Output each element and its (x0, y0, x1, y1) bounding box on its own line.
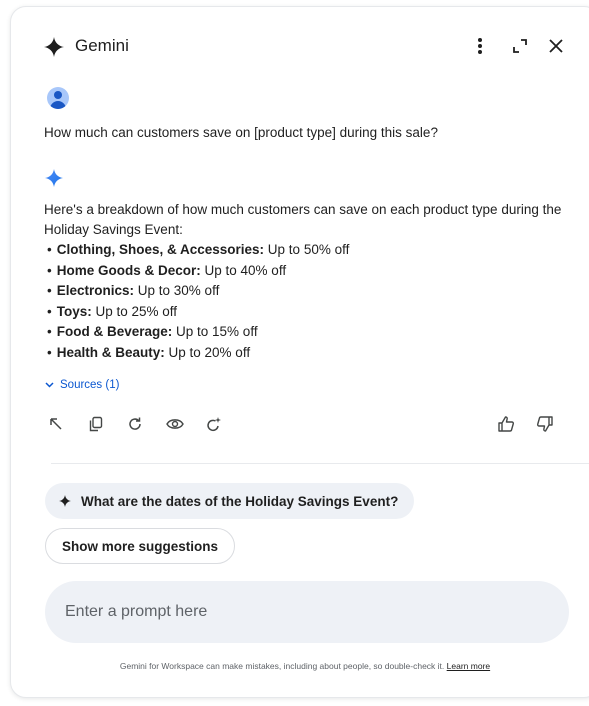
item-label: Food & Beverage: (56, 324, 173, 339)
close-button[interactable] (543, 33, 569, 59)
item-value: Up to 50% off (264, 242, 350, 257)
item-value: Up to 20% off (164, 344, 251, 360)
spark-icon (59, 495, 71, 507)
panel-header: Gemini (11, 7, 589, 87)
thumbs-down-icon (536, 415, 554, 433)
learn-more-link[interactable]: Learn more (447, 661, 490, 671)
bullet: • (47, 283, 52, 298)
list-item: • Home Goods & Decor: Up to 40% off (47, 261, 349, 282)
retry-button[interactable] (124, 413, 146, 435)
more-options-button[interactable] (467, 33, 493, 59)
chevron-down-icon (45, 382, 54, 388)
bullet: • (47, 303, 52, 319)
expand-icon (512, 38, 528, 54)
list-item: • Health & Beauty: Up to 20% off (47, 343, 349, 364)
item-label: Clothing, Shoes, & Accessories: (56, 242, 265, 257)
item-value: Up to 30% off (134, 283, 220, 298)
expand-button[interactable] (507, 33, 533, 59)
list-item: • Clothing, Shoes, & Accessories: Up to 5… (47, 240, 349, 261)
bullet: • (47, 324, 52, 339)
disclaimer: Gemini for Workspace can make mistakes, … (11, 661, 589, 671)
item-label: Health & Beauty: (56, 344, 165, 360)
insert-icon (49, 417, 63, 431)
gemini-side-panel: Gemini How much can customers save on [p… (10, 6, 589, 698)
close-icon (548, 38, 564, 54)
suggestion-chip[interactable]: What are the dates of the Holiday Saving… (45, 483, 415, 519)
suggestion-label: What are the dates of the Holiday Saving… (81, 493, 399, 509)
divider (51, 463, 589, 464)
prompt-input[interactable] (45, 581, 569, 643)
retry-icon (127, 416, 143, 432)
sources-label: Sources (1) (60, 379, 120, 391)
refine-icon (206, 416, 222, 432)
item-label: Toys: (56, 303, 92, 319)
gemini-spark-icon (44, 37, 64, 57)
savings-list: • Clothing, Shoes, & Accessories: Up to 5… (47, 240, 349, 363)
user-message: How much can customers save on [product … (44, 125, 438, 140)
thumbs-up-button[interactable] (495, 413, 517, 435)
view-button[interactable] (164, 413, 186, 435)
item-value: Up to 40% off (200, 262, 287, 278)
copy-icon (88, 416, 104, 432)
thumbs-up-icon (497, 415, 515, 433)
copy-button[interactable] (85, 413, 107, 435)
response-intro: Here's a breakdown of how much customers… (44, 202, 562, 237)
insert-button[interactable] (45, 413, 67, 435)
view-icon (166, 418, 184, 430)
list-item: • Electronics: Up to 30% off (47, 281, 349, 302)
disclaimer-text: Gemini for Workspace can make mistakes, … (119, 661, 447, 671)
item-label: Home Goods & Decor: (56, 262, 201, 278)
bullet: • (47, 262, 52, 278)
item-label: Electronics: (56, 283, 135, 298)
item-value: Up to 25% off (91, 303, 178, 319)
item-value: Up to 15% off (172, 324, 258, 339)
bullet: • (47, 242, 52, 257)
panel-title: Gemini (75, 36, 129, 55)
bullet: • (47, 344, 52, 360)
thumbs-down-button[interactable] (534, 413, 556, 435)
gemini-response-spark-icon (45, 169, 63, 187)
more-vert-icon (477, 37, 483, 55)
list-item: • Food & Beverage: Up to 15% off (47, 322, 349, 343)
show-more-suggestions-button[interactable]: Show more suggestions (45, 528, 236, 564)
list-item: • Toys: Up to 25% off (47, 302, 349, 323)
refine-button[interactable] (203, 413, 225, 435)
sources-toggle[interactable]: Sources (1) (45, 379, 119, 391)
user-avatar (47, 87, 69, 109)
